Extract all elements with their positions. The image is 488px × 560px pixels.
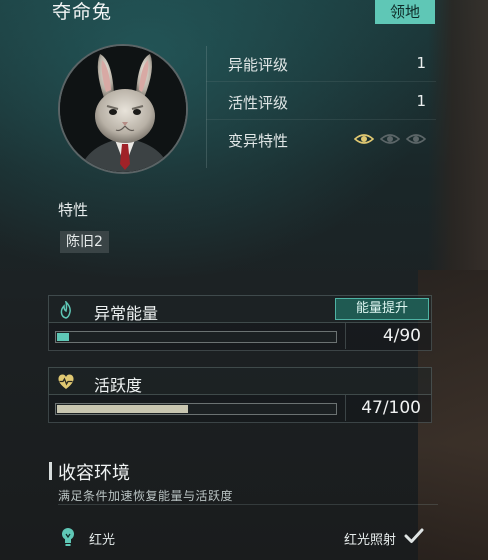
eye-icon <box>406 134 426 144</box>
meter-body: 47/100 <box>48 395 432 423</box>
stat-value: 1 <box>416 92 426 110</box>
stat-label: 活性评级 <box>228 94 289 112</box>
meter-label: 异常能量 <box>94 304 159 323</box>
eye-icon <box>380 134 400 144</box>
traits-heading: 特性 <box>58 201 89 219</box>
section-divider <box>58 504 438 505</box>
stats-panel: 异能评级 1 活性评级 1 变异特性 <box>206 44 436 158</box>
energy-boost-button[interactable]: 能量提升 <box>335 298 429 320</box>
creature-avatar <box>58 44 188 174</box>
check-icon <box>404 528 424 543</box>
meter-divider <box>345 323 346 349</box>
meter-divider <box>345 395 346 421</box>
light-bulb-icon <box>62 528 74 546</box>
containment-requirement: 红光照射 <box>344 533 397 548</box>
containment-condition: 红光 <box>89 533 116 548</box>
stat-label: 变异特性 <box>228 132 289 150</box>
eye-icon <box>354 134 374 144</box>
activity-bar-track <box>55 403 337 415</box>
meter-label: 活跃度 <box>94 376 143 395</box>
rabbit-portrait-icon <box>60 46 186 172</box>
stat-row-activity-rank: 活性评级 1 <box>206 82 436 120</box>
mutation-eyes <box>354 133 426 145</box>
abnormal-energy-meter: 异常能量 能量提升 4/90 <box>48 295 432 351</box>
activity-value: 47/100 <box>361 398 421 418</box>
section-marker <box>49 462 52 480</box>
heartbeat-icon <box>58 374 74 389</box>
containment-description: 满足条件加速恢复能量与活跃度 <box>58 489 234 503</box>
trait-chip[interactable]: 陈旧2 <box>60 231 109 253</box>
stat-label: 异能评级 <box>228 56 289 74</box>
stat-row-ability-rank: 异能评级 1 <box>206 44 436 82</box>
meter-body: 4/90 <box>48 323 432 351</box>
territory-tag[interactable]: 领地 <box>375 0 435 24</box>
meter-header: 异常能量 能量提升 <box>48 295 432 323</box>
energy-bar-track <box>55 331 337 343</box>
flame-icon <box>60 301 71 319</box>
meter-header: 活跃度 <box>48 367 432 395</box>
containment-title: 收容环境 <box>58 463 130 484</box>
activity-meter: 活跃度 47/100 <box>48 367 432 423</box>
stat-value: 1 <box>416 54 426 72</box>
energy-bar-fill <box>57 333 70 341</box>
activity-bar-fill <box>57 405 188 413</box>
creature-name: 夺命兔 <box>52 1 113 23</box>
stat-row-mutation[interactable]: 变异特性 <box>206 120 436 158</box>
energy-value: 4/90 <box>382 326 421 346</box>
